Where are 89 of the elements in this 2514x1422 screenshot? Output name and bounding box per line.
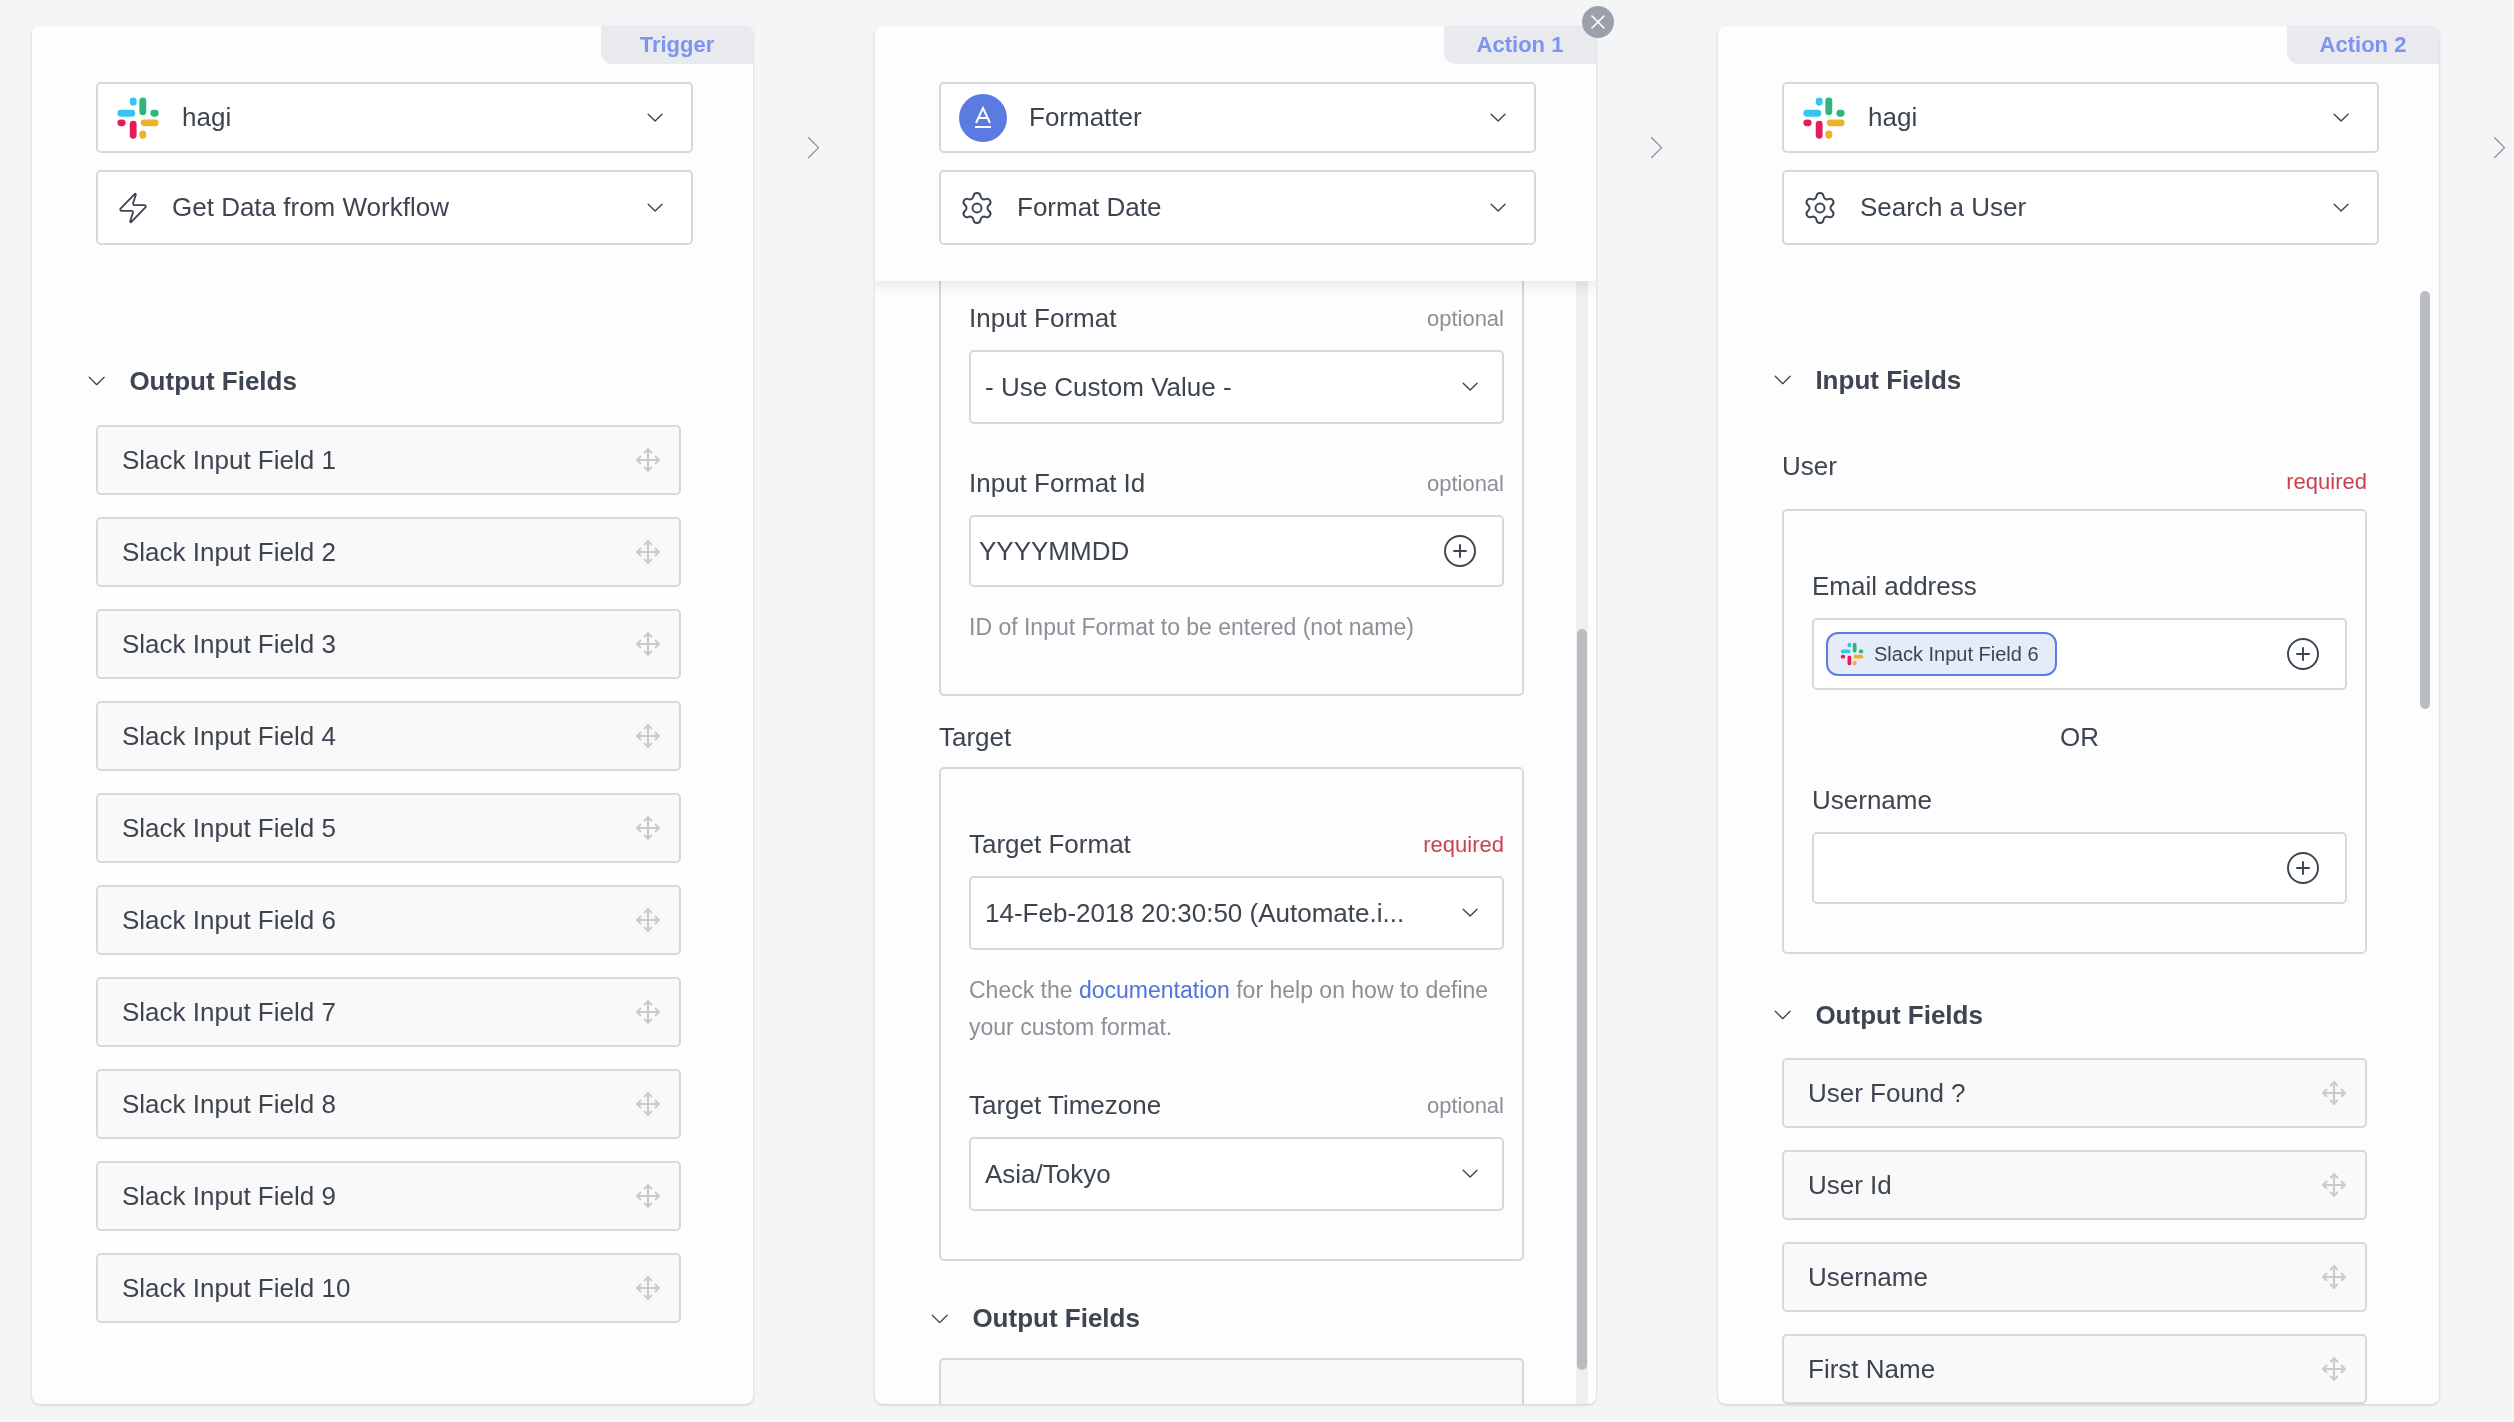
move-icon	[635, 1275, 661, 1301]
output-field[interactable]: User Found ?	[1782, 1058, 2367, 1128]
chevron-down-icon	[1774, 1010, 1792, 1020]
move-icon	[635, 1183, 661, 1209]
section-toggle[interactable]: Output Fields	[1774, 996, 1983, 1034]
chevron-down-icon	[646, 112, 663, 123]
move-icon	[2321, 1172, 2347, 1198]
field-note: required	[1423, 831, 1504, 858]
group-label: Target	[939, 722, 1012, 753]
app-select[interactable]: hagi	[1782, 82, 2379, 153]
chevron-down-icon	[2332, 112, 2349, 123]
chevron-down-icon	[646, 202, 663, 213]
select-field[interactable]: 14-Feb-2018 20:30:50 (Automate.i...	[969, 876, 1504, 950]
select-field[interactable]: - Use Custom Value -	[969, 350, 1504, 424]
output-field[interactable]: Slack Input Field 1	[96, 425, 681, 495]
move-icon	[635, 723, 661, 749]
input-field[interactable]: YYYYMMDD	[969, 515, 1504, 587]
output-field[interactable]: Slack Input Field 4	[96, 701, 681, 771]
field-note: optional	[1426, 470, 1504, 497]
app-select[interactable]: hagi	[96, 82, 693, 153]
field-label: Username	[1812, 785, 1932, 816]
chevron-down-icon	[1461, 382, 1478, 392]
move-icon	[2321, 1264, 2347, 1290]
scrollbar[interactable]	[1576, 281, 1588, 1404]
chevron-down-icon	[931, 1313, 949, 1324]
slack-logo-icon	[1840, 642, 1864, 666]
chevron-down-icon	[1774, 375, 1792, 385]
chevron-down-icon	[88, 376, 106, 386]
documentation-link[interactable]: documentation	[1078, 977, 1230, 1003]
input-field[interactable]: Slack Input Field 6	[1812, 618, 2347, 690]
move-icon	[635, 999, 661, 1025]
slack-logo-icon	[1802, 95, 1846, 140]
section-toggle[interactable]: Output Fields	[931, 1303, 1140, 1334]
output-field[interactable]	[939, 1358, 1524, 1404]
output-field[interactable]: First Name	[1782, 1334, 2367, 1404]
chevron-down-icon	[1461, 1169, 1478, 1179]
group-label: User	[1782, 451, 1837, 482]
event-select[interactable]: Get Data from Workflow	[96, 170, 693, 245]
event-select[interactable]: Format Date	[939, 170, 1536, 245]
move-icon	[2321, 1080, 2347, 1106]
formatter-logo-icon	[959, 93, 1007, 142]
add-icon[interactable]	[2285, 636, 2321, 672]
output-field[interactable]: Slack Input Field 9	[96, 1161, 681, 1231]
slack-logo-icon	[116, 95, 160, 140]
field-note: required	[2286, 469, 2367, 495]
section-toggle[interactable]: Output Fields	[88, 361, 297, 401]
input-field[interactable]	[1812, 832, 2347, 904]
output-field[interactable]: Slack Input Field 3	[96, 609, 681, 679]
help-text: Check the documentation for help on how to define your custom format.	[969, 976, 1490, 1042]
move-icon	[635, 1091, 661, 1117]
field-note: optional	[1426, 1092, 1504, 1119]
field-label: Input Format Id	[969, 468, 1146, 499]
chevron-right-icon	[807, 136, 821, 160]
move-icon	[635, 815, 661, 841]
chevron-right-icon	[2493, 136, 2507, 160]
field-note: optional	[1426, 305, 1504, 332]
add-icon[interactable]	[1442, 533, 1478, 569]
field-label: Input Format	[969, 303, 1117, 334]
chevron-down-icon	[1489, 112, 1506, 123]
field-label: Target Format	[969, 829, 1131, 860]
output-field[interactable]: Slack Input Field 8	[96, 1069, 681, 1139]
add-icon[interactable]	[2285, 850, 2321, 886]
move-icon	[635, 907, 661, 933]
chevron-down-icon	[2332, 202, 2349, 213]
output-field[interactable]: Slack Input Field 7	[96, 977, 681, 1047]
output-field[interactable]: Slack Input Field 10	[96, 1253, 681, 1323]
field-label: Target Timezone	[969, 1090, 1162, 1121]
lightning-icon	[116, 190, 150, 225]
select-field[interactable]: Asia/Tokyo	[969, 1137, 1504, 1211]
output-field[interactable]: User Id	[1782, 1150, 2367, 1220]
section-toggle[interactable]: Input Fields	[1774, 361, 1962, 399]
output-field[interactable]: Slack Input Field 2	[96, 517, 681, 587]
output-field[interactable]: Slack Input Field 5	[96, 793, 681, 863]
field-token[interactable]: Slack Input Field 6	[1826, 632, 2057, 676]
chevron-down-icon	[1461, 908, 1478, 918]
help-text: ID of Input Format to be entered (not name)	[969, 613, 1415, 642]
field-label: Email address	[1812, 571, 1977, 602]
event-select[interactable]: Search a User	[1782, 170, 2379, 245]
move-icon	[635, 447, 661, 473]
app-select[interactable]: Formatter	[939, 82, 1536, 153]
output-field[interactable]: Slack Input Field 6	[96, 885, 681, 955]
or-separator: OR	[2060, 722, 2099, 753]
output-field[interactable]: Username	[1782, 1242, 2367, 1312]
chevron-right-icon	[1650, 136, 1664, 160]
move-icon	[2321, 1356, 2347, 1382]
chevron-down-icon	[1489, 202, 1506, 213]
move-icon	[635, 631, 661, 657]
move-icon	[635, 539, 661, 565]
close-button[interactable]	[1582, 6, 1614, 38]
